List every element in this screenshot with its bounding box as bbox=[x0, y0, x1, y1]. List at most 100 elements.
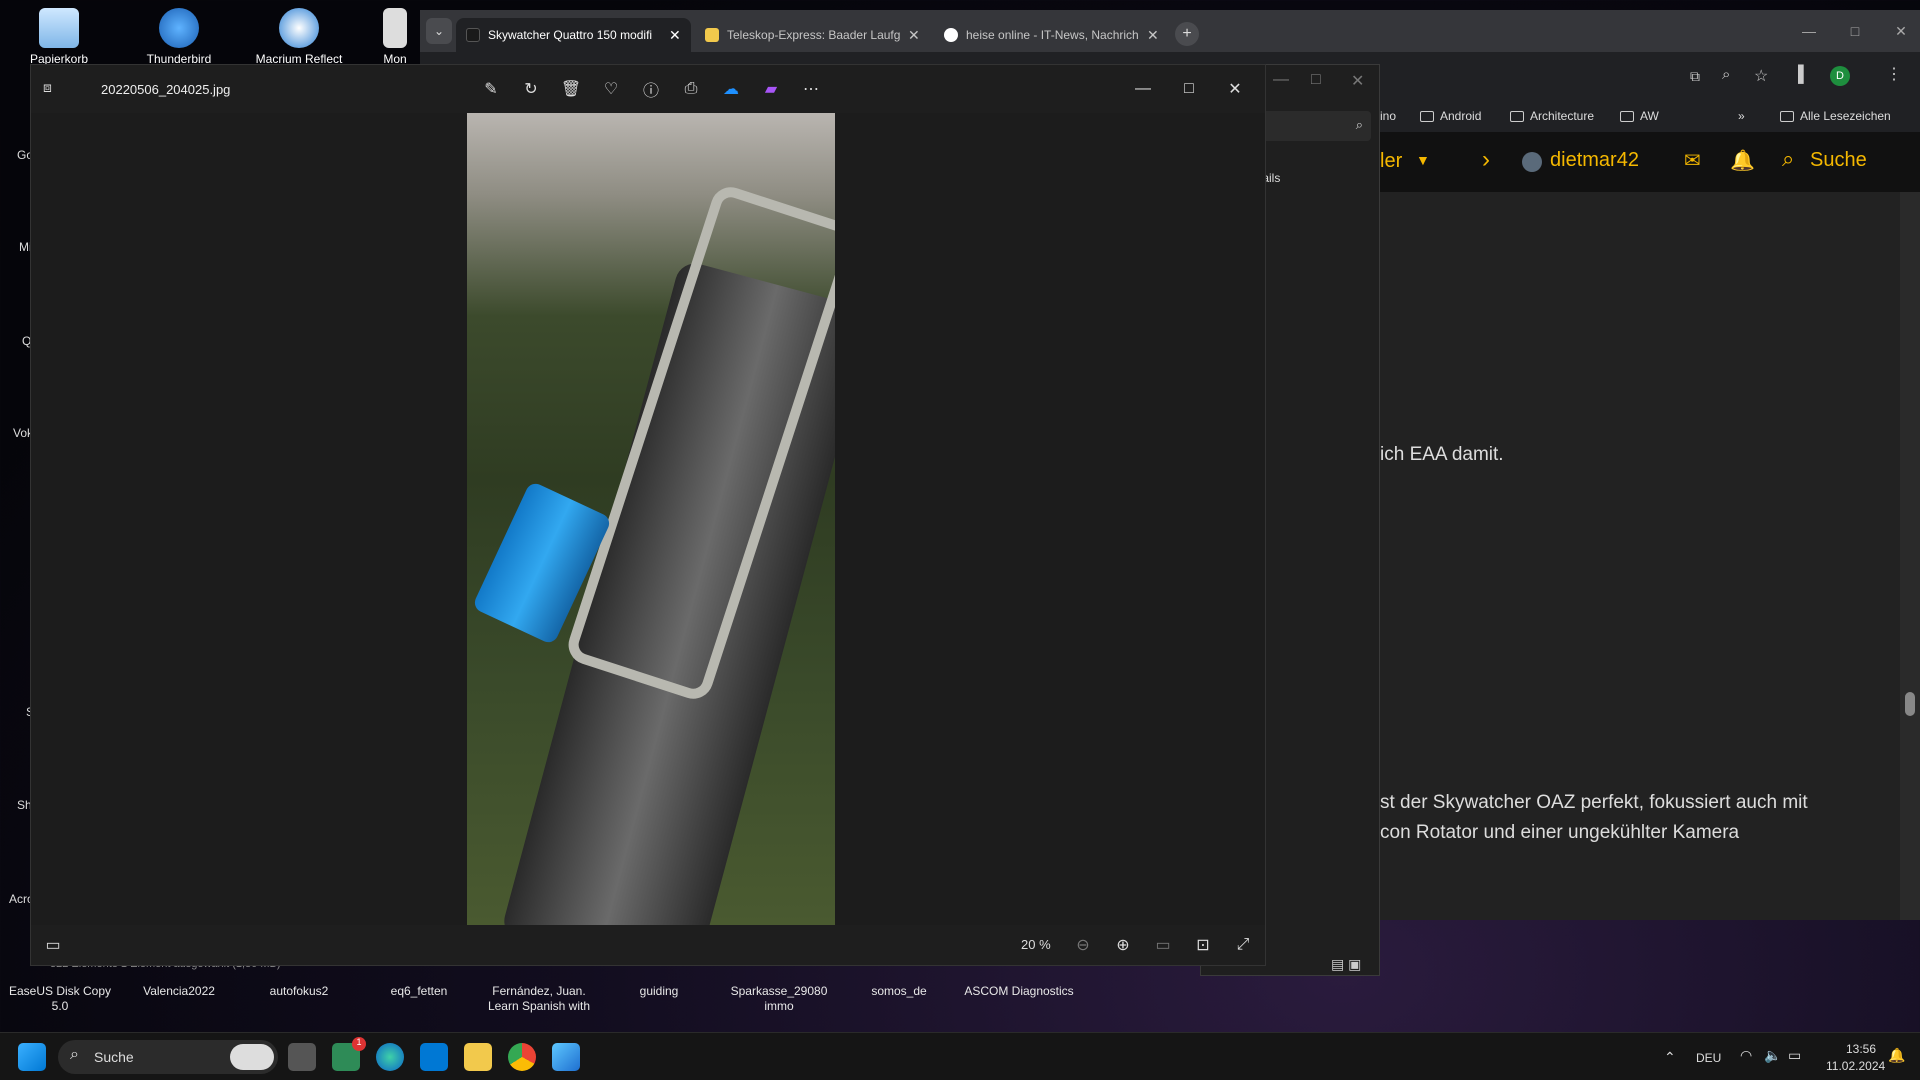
bookmark-android[interactable]: Android bbox=[1420, 109, 1481, 123]
recycle-bin-icon bbox=[39, 8, 79, 48]
fit-icon[interactable]: ▭ bbox=[1151, 933, 1175, 957]
desktop-icon-easeus[interactable]: EaseUS Disk Copy 5.0 bbox=[0, 984, 120, 1014]
edge-icon[interactable] bbox=[376, 1043, 404, 1071]
volume-icon[interactable]: 🔈 bbox=[1764, 1047, 1781, 1064]
chevron-right-icon[interactable]: › bbox=[1482, 146, 1490, 174]
file-explorer-icon[interactable] bbox=[464, 1043, 492, 1071]
desktop-icon-sparkasse[interactable]: Sparkasse_29080 immo bbox=[719, 984, 839, 1014]
bookmark-architecture[interactable]: Architecture bbox=[1510, 109, 1594, 123]
filmstrip-icon[interactable]: ▭ bbox=[41, 933, 65, 957]
maximize-button[interactable]: □ bbox=[1177, 77, 1201, 101]
copilot-icon bbox=[230, 1044, 274, 1070]
clock-date[interactable]: 11.02.2024 bbox=[1826, 1059, 1885, 1073]
zoom-out-icon[interactable]: ⊖ bbox=[1071, 933, 1095, 957]
more-icon[interactable]: ⋯ bbox=[799, 77, 823, 101]
desktop-icon-guiding[interactable]: guiding bbox=[599, 984, 719, 999]
zoom-in-icon[interactable]: ⊕ bbox=[1111, 933, 1135, 957]
explorer-maximize-button[interactable]: □ bbox=[1311, 71, 1321, 89]
wifi-icon[interactable]: ◠ bbox=[1740, 1047, 1752, 1064]
desktop-icon-ascom[interactable]: ASCOM Diagnostics bbox=[959, 984, 1079, 999]
search-link[interactable]: Suche bbox=[1810, 149, 1867, 172]
info-icon[interactable]: ⓘ bbox=[639, 77, 663, 101]
close-tab-icon[interactable]: ✕ bbox=[669, 27, 681, 44]
favorite-icon[interactable]: ♡ bbox=[599, 77, 623, 101]
clipchamp-icon[interactable]: ▰ bbox=[759, 77, 783, 101]
mail-icon[interactable]: ✉ bbox=[1684, 148, 1701, 173]
taskbar: ⌕ Suche 1 ⌃ DEU ◠ 🔈 ▭ 13:56 11.02.2024 🔔 bbox=[0, 1032, 1920, 1080]
profile-avatar[interactable]: D bbox=[1830, 66, 1850, 86]
print-icon[interactable]: ⎙ bbox=[679, 77, 703, 101]
bookmark-aw[interactable]: AW bbox=[1620, 109, 1659, 123]
chrome-icon[interactable] bbox=[508, 1043, 536, 1071]
desktop-icon-somos[interactable]: somos_de bbox=[839, 984, 959, 999]
language-indicator[interactable]: DEU bbox=[1696, 1051, 1721, 1065]
explorer-close-button[interactable]: ✕ bbox=[1351, 71, 1364, 91]
notification-badge: 1 bbox=[352, 1037, 366, 1051]
chevron-down-icon[interactable]: ▼ bbox=[1416, 152, 1430, 168]
desktop-icon-macrium[interactable]: Macrium Reflect bbox=[254, 8, 344, 66]
gallery-icon[interactable]: ⧈ bbox=[43, 79, 52, 96]
sidepanel-icon[interactable]: ▌ bbox=[1798, 66, 1809, 84]
close-button[interactable]: ✕ bbox=[1878, 10, 1920, 52]
search-icon: ⌕ bbox=[70, 1046, 79, 1063]
notification-bell-icon[interactable]: 🔔 bbox=[1888, 1047, 1905, 1064]
close-tab-icon[interactable]: ✕ bbox=[908, 27, 920, 44]
scrollbar[interactable] bbox=[1900, 192, 1920, 920]
telescope-photo[interactable] bbox=[467, 113, 835, 927]
zoom-icon[interactable]: ⌕ bbox=[1722, 66, 1730, 83]
actual-size-icon[interactable]: ⊡ bbox=[1191, 933, 1215, 957]
fullscreen-icon[interactable]: ⤢ bbox=[1231, 933, 1255, 957]
taskbar-search[interactable]: ⌕ Suche bbox=[58, 1040, 278, 1074]
new-tab-button[interactable]: + bbox=[1175, 22, 1199, 46]
onedrive-icon[interactable]: ☁ bbox=[719, 77, 743, 101]
scrollbar-thumb[interactable] bbox=[1905, 692, 1915, 716]
search-icon: ⌕ bbox=[1355, 117, 1363, 132]
tab-skywatcher[interactable]: Skywatcher Quattro 150 modifi ✕ bbox=[456, 18, 691, 52]
clock-time[interactable]: 13:56 bbox=[1846, 1042, 1876, 1056]
heise-favicon-icon bbox=[944, 28, 958, 42]
photos-app-icon[interactable] bbox=[552, 1043, 580, 1071]
desktop-icon-thunderbird[interactable]: Thunderbird bbox=[134, 8, 224, 66]
document-icon bbox=[383, 8, 407, 48]
tab-bar: ⌄ Skywatcher Quattro 150 modifi ✕ Telesk… bbox=[420, 10, 1920, 52]
edit-icon[interactable]: ✎ bbox=[479, 77, 503, 101]
tab-heise[interactable]: heise online - IT-News, Nachrich ✕ bbox=[934, 18, 1169, 52]
bookmark-all[interactable]: Alle Lesezeichen bbox=[1780, 109, 1891, 123]
desktop-icon-autofokus[interactable]: autofokus2 bbox=[239, 984, 359, 999]
tab-search-button[interactable]: ⌄ bbox=[426, 18, 452, 44]
explorer-view-toggle[interactable]: ▤ ▣ bbox=[1331, 956, 1361, 973]
app-icon-green[interactable]: 1 bbox=[332, 1037, 366, 1071]
explorer-minimize-button[interactable]: — bbox=[1273, 71, 1289, 89]
desktop-icon-papierkorb[interactable]: Papierkorb bbox=[14, 8, 104, 66]
tab-teleskop-express[interactable]: Teleskop-Express: Baader Laufg ✕ bbox=[695, 18, 930, 52]
rotate-icon[interactable]: ↻ bbox=[519, 77, 543, 101]
minimize-button[interactable]: — bbox=[1786, 10, 1832, 52]
delete-icon[interactable]: 🗑 bbox=[559, 77, 583, 101]
install-icon[interactable]: ⧉ bbox=[1690, 68, 1700, 85]
bookmark-star-icon[interactable]: ☆ bbox=[1754, 66, 1768, 86]
macrium-icon bbox=[279, 8, 319, 48]
close-button[interactable]: ✕ bbox=[1223, 77, 1247, 101]
menu-link[interactable]: ler bbox=[1380, 150, 1402, 173]
tray-overflow-icon[interactable]: ⌃ bbox=[1664, 1049, 1676, 1066]
bookmarks-overflow-icon[interactable]: » bbox=[1738, 109, 1745, 123]
windows-start-icon[interactable] bbox=[18, 1043, 46, 1071]
bookmark-ino[interactable]: ino bbox=[1380, 109, 1396, 123]
search-icon[interactable]: ⌕ bbox=[1782, 146, 1794, 172]
desktop-icon-valencia[interactable]: Valencia2022 bbox=[119, 984, 239, 999]
avatar[interactable] bbox=[1522, 152, 1542, 172]
bell-icon[interactable]: 🔔 bbox=[1730, 148, 1755, 173]
desktop-icon-spanish[interactable]: Fernández, Juan. Learn Spanish with bbox=[479, 984, 599, 1014]
close-tab-icon[interactable]: ✕ bbox=[1147, 27, 1159, 44]
maximize-button[interactable]: □ bbox=[1832, 10, 1878, 52]
minimize-button[interactable]: — bbox=[1131, 77, 1155, 101]
store-icon[interactable] bbox=[420, 1043, 448, 1071]
username-link[interactable]: dietmar42 bbox=[1550, 149, 1639, 172]
task-view-icon[interactable] bbox=[288, 1043, 316, 1071]
desktop-icon-eq6[interactable]: eq6_fetten bbox=[359, 984, 479, 999]
battery-icon[interactable]: ▭ bbox=[1788, 1047, 1801, 1064]
post-text-line: st der Skywatcher OAZ perfekt, fokussier… bbox=[1380, 792, 1808, 813]
desktop-icon-mon[interactable]: Mon bbox=[370, 8, 420, 66]
menu-icon[interactable]: ⋮ bbox=[1886, 64, 1902, 84]
teleskop-favicon-icon bbox=[705, 28, 719, 42]
